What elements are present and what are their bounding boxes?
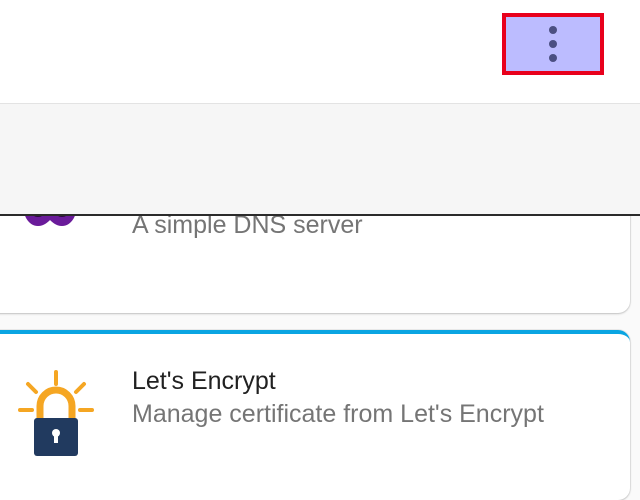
more-vert-icon (549, 26, 557, 62)
toolbar-divider (0, 214, 640, 216)
addon-title: Let's Encrypt (132, 367, 276, 395)
lets-encrypt-lock-icon (18, 370, 94, 467)
addon-card-lets-encrypt[interactable]: Let's Encrypt Manage certificate from Le… (0, 330, 630, 500)
top-app-bar (0, 0, 640, 103)
overflow-menu-button[interactable] (502, 13, 604, 75)
search-toolbar (0, 104, 640, 214)
addon-description: Manage certificate from Let's Encrypt (132, 400, 544, 428)
